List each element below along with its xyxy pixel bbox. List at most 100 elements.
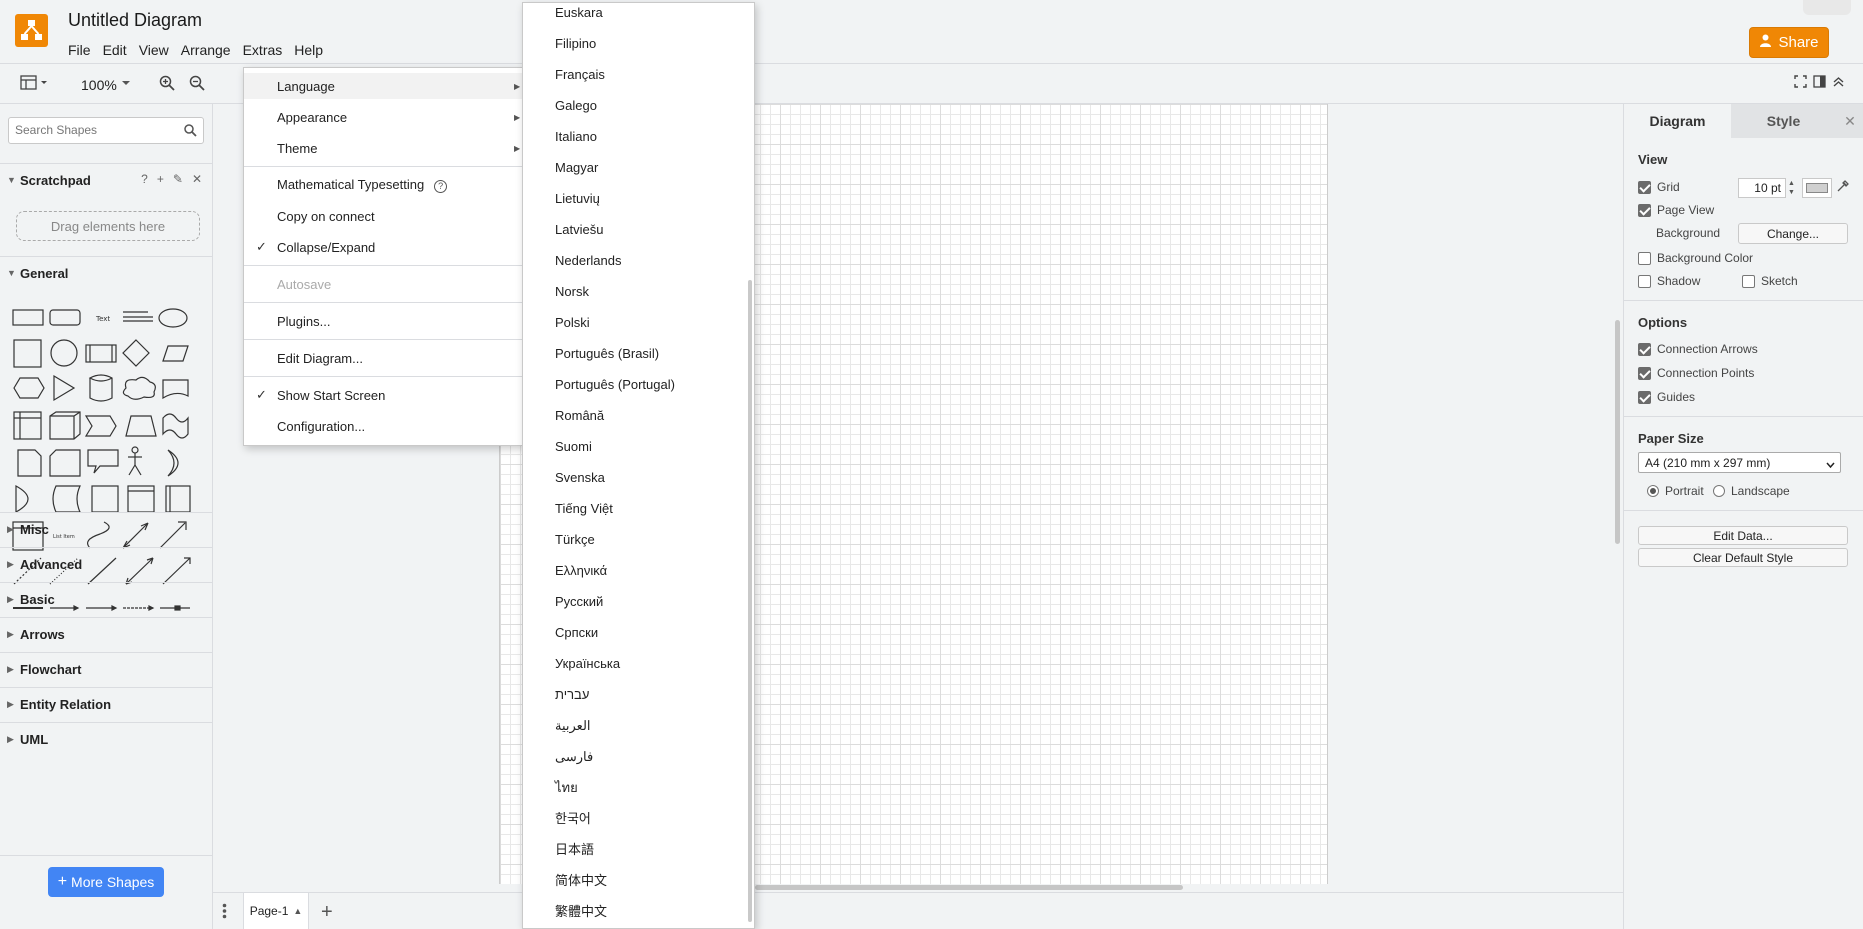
language-option[interactable]: Српски	[523, 623, 754, 654]
menu-item-math[interactable]: Mathematical Typesetting?	[244, 172, 524, 198]
help-icon[interactable]: ?	[141, 172, 148, 186]
search-input[interactable]	[15, 123, 175, 137]
language-option[interactable]: Suomi	[523, 437, 754, 468]
menu-view[interactable]: View	[133, 42, 175, 58]
language-option[interactable]: Українська	[523, 654, 754, 685]
landscape-option[interactable]: Landscape	[1713, 484, 1790, 498]
language-option[interactable]: Português (Portugal)	[523, 375, 754, 406]
menu-file[interactable]: File	[68, 42, 97, 58]
share-button[interactable]: Share	[1749, 27, 1829, 58]
connection-points-checkbox[interactable]	[1638, 366, 1651, 380]
menu-arrange[interactable]: Arrange	[175, 42, 237, 58]
connection-arrows-option[interactable]: Connection Arrows	[1638, 342, 1758, 356]
menu-extras[interactable]: Extras	[237, 42, 289, 58]
page-view-option[interactable]: Page View	[1638, 203, 1714, 217]
paper-size-select[interactable]: A4 (210 mm x 297 mm)	[1638, 452, 1841, 473]
menu-item-edit-diagram[interactable]: Edit Diagram...	[244, 345, 524, 371]
language-option[interactable]: Português (Brasil)	[523, 344, 754, 375]
language-option[interactable]: עברית	[523, 685, 754, 716]
chevron-up-icon[interactable]: ▲	[293, 906, 302, 916]
shadow-checkbox[interactable]	[1638, 274, 1651, 288]
menu-item-show-start-screen[interactable]: ✓ Show Start Screen	[244, 382, 524, 408]
language-option[interactable]: Français	[523, 65, 754, 96]
format-panel-icon[interactable]	[1813, 75, 1826, 91]
menu-item-copy-on-connect[interactable]: Copy on connect	[244, 203, 524, 229]
section-basic[interactable]: ▶ Basic	[0, 582, 212, 614]
menu-item-appearance[interactable]: Appearance ▶	[244, 104, 524, 130]
portrait-radio[interactable]	[1647, 485, 1659, 497]
guides-option[interactable]: Guides	[1638, 390, 1695, 404]
change-background-button[interactable]: Change...	[1738, 223, 1848, 244]
language-option[interactable]: Türkçe	[523, 530, 754, 561]
section-uml[interactable]: ▶ UML	[0, 722, 212, 754]
language-option[interactable]: فارسی	[523, 747, 754, 778]
close-icon[interactable]: ✕	[1836, 104, 1863, 138]
language-option[interactable]: Euskara	[523, 3, 754, 34]
language-option[interactable]: Filipino	[523, 34, 754, 65]
section-scratchpad[interactable]: ▼ Scratchpad ? + ✎ ✕	[0, 163, 212, 195]
clear-default-style-button[interactable]: Clear Default Style	[1638, 548, 1848, 567]
language-option[interactable]: Lietuvių	[523, 189, 754, 220]
eyedropper-icon[interactable]	[1836, 180, 1849, 196]
menu-item-plugins[interactable]: Plugins...	[244, 308, 524, 334]
horizontal-scrollbar[interactable]	[755, 885, 1183, 890]
section-entity-relation[interactable]: ▶ Entity Relation	[0, 687, 212, 719]
menu-item-language[interactable]: Language ▶	[244, 73, 524, 99]
section-arrows[interactable]: ▶ Arrows	[0, 617, 212, 649]
language-option[interactable]: 한국어	[523, 809, 754, 840]
menu-help[interactable]: Help	[288, 42, 329, 58]
edit-data-button[interactable]: Edit Data...	[1638, 526, 1848, 545]
shadow-option[interactable]: Shadow	[1638, 274, 1700, 288]
tab-style[interactable]: Style	[1731, 104, 1836, 138]
menu-edit[interactable]: Edit	[97, 42, 133, 58]
chevron-down-icon[interactable]	[121, 76, 131, 91]
scratchpad-drop-zone[interactable]: Drag elements here	[16, 211, 200, 241]
language-option[interactable]: Tiếng Việt	[523, 499, 754, 530]
language-option[interactable]: Galego	[523, 96, 754, 127]
zoom-out-icon[interactable]	[189, 75, 205, 94]
grid-checkbox[interactable]	[1638, 180, 1651, 194]
background-color-checkbox[interactable]	[1638, 251, 1651, 265]
language-option[interactable]: Svenska	[523, 468, 754, 499]
help-icon[interactable]: ?	[434, 179, 448, 193]
add-page-icon[interactable]: +	[321, 901, 333, 924]
language-option[interactable]: Norsk	[523, 282, 754, 313]
section-flowchart[interactable]: ▶ Flowchart	[0, 652, 212, 684]
document-title[interactable]: Untitled Diagram	[68, 10, 202, 31]
connection-arrows-checkbox[interactable]	[1638, 342, 1651, 356]
language-option[interactable]: Ελληνικά	[523, 561, 754, 592]
language-option[interactable]: 日本語	[523, 840, 754, 871]
search-icon[interactable]	[184, 124, 197, 140]
language-option[interactable]: Română	[523, 406, 754, 437]
section-misc[interactable]: ▶ Misc	[0, 512, 212, 544]
language-option[interactable]: Magyar	[523, 158, 754, 189]
language-option[interactable]: Polski	[523, 313, 754, 344]
zoom-in-icon[interactable]	[159, 75, 175, 94]
page-tab[interactable]: Page-1 ▲	[243, 893, 309, 929]
page-menu-icon[interactable]	[222, 903, 227, 922]
sketch-checkbox[interactable]	[1742, 274, 1755, 288]
menu-item-configuration[interactable]: Configuration...	[244, 413, 524, 439]
stepper-arrows-icon[interactable]: ▲ ▼	[1788, 179, 1795, 197]
section-general[interactable]: ▼ General	[0, 256, 212, 288]
menu-item-collapse-expand[interactable]: ✓ Collapse/Expand	[244, 234, 524, 260]
grid-color-swatch[interactable]	[1802, 178, 1832, 198]
language-option[interactable]: Italiano	[523, 127, 754, 158]
language-option[interactable]: ไทย	[523, 778, 754, 809]
language-option[interactable]: Latviešu	[523, 220, 754, 251]
collapse-icon[interactable]	[1832, 75, 1845, 91]
zoom-level[interactable]: 100%	[81, 77, 117, 93]
section-advanced[interactable]: ▶ Advanced	[0, 547, 212, 579]
add-icon[interactable]: +	[157, 172, 164, 186]
page-view-checkbox[interactable]	[1638, 203, 1651, 217]
tab-diagram[interactable]: Diagram	[1624, 104, 1731, 138]
edit-icon[interactable]: ✎	[173, 172, 183, 186]
sketch-option[interactable]: Sketch	[1742, 274, 1798, 288]
language-submenu-scrollbar[interactable]	[748, 280, 752, 922]
grid-size-input[interactable]: 10 pt	[1738, 178, 1786, 198]
fullscreen-icon[interactable]	[1794, 75, 1807, 91]
menu-item-theme[interactable]: Theme ▶	[244, 135, 524, 161]
language-option[interactable]: 繁體中文	[523, 902, 754, 928]
grid-option[interactable]: Grid	[1638, 180, 1680, 194]
close-icon[interactable]: ✕	[192, 172, 202, 186]
